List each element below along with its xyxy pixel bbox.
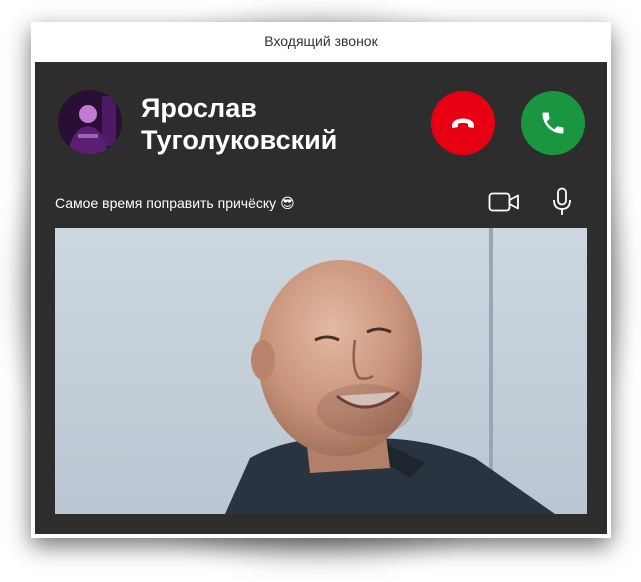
phone-hangup-icon [452,118,474,128]
microphone-toggle-button[interactable] [545,187,579,217]
dialog-title: Входящий звонок [264,33,378,49]
phone-icon [542,112,564,134]
caller-first-name: Ярослав [141,93,257,123]
accept-call-button[interactable] [521,91,585,155]
avatar-image [58,90,122,154]
caller-video-preview [55,228,587,514]
status-message-text: Самое время поправить причёску [55,195,277,211]
call-panel: Ярослав Туголуковский Самое время поправ… [35,62,607,534]
sunglasses-emoji: 😎 [280,196,295,212]
incoming-call-dialog: Входящий звонок Ярослав Туголуковский Са… [31,22,611,538]
camera-toggle-button[interactable] [487,187,521,217]
screenshot-stage: Входящий звонок Ярослав Туголуковский Са… [0,0,641,582]
decline-call-button[interactable] [431,91,495,155]
microphone-icon [553,187,571,215]
caller-name: Ярослав Туголуковский [141,92,391,156]
video-camera-icon [488,192,519,212]
caller-last-name: Туголуковский [141,125,338,155]
status-message: Самое время поправить причёску 😎 [55,195,295,212]
dialog-titlebar: Входящий звонок [31,22,611,60]
caller-video-frame [55,228,587,514]
caller-avatar [58,90,122,154]
